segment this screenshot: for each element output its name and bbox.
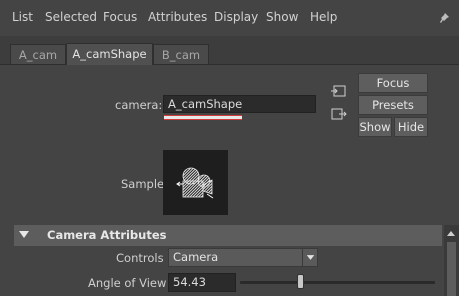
tab-b-cam[interactable]: B_cam: [153, 44, 209, 64]
tab-bar: A_cam A_camShape B_cam: [0, 36, 459, 65]
section-title: Camera Attributes: [47, 228, 167, 242]
camera-name-field[interactable]: A_camShape: [163, 95, 316, 113]
tab-a-camshape[interactable]: A_camShape: [66, 43, 153, 65]
menu-help[interactable]: Help: [310, 10, 337, 24]
camera-field-highlight-underline: [164, 115, 242, 120]
expand-caret-icon[interactable]: [19, 231, 29, 239]
camera-swatch: [163, 150, 228, 215]
chevron-down-icon[interactable]: [302, 248, 318, 267]
menu-list[interactable]: List: [12, 10, 33, 24]
scroll-up-icon[interactable]: [446, 229, 456, 237]
controls-dropdown[interactable]: Camera: [168, 248, 318, 267]
menu-attributes[interactable]: Attributes: [148, 10, 207, 24]
hide-button[interactable]: Hide: [394, 117, 428, 137]
tab-label: A_cam: [18, 48, 58, 62]
menu-display[interactable]: Display: [214, 10, 258, 24]
sample-label: Sample: [121, 177, 165, 191]
menu-selected[interactable]: Selected: [45, 10, 97, 24]
input-connection-icon[interactable]: [331, 84, 347, 98]
pin-icon[interactable]: [437, 9, 453, 25]
angle-of-view-label: Angle of View: [88, 276, 167, 290]
tab-label: B_cam: [161, 48, 201, 62]
camera-label: camera:: [115, 98, 163, 112]
slider-handle[interactable]: [297, 274, 304, 289]
camera-swatch-icon: [176, 167, 214, 199]
angle-of-view-field[interactable]: 54.43: [168, 273, 236, 292]
focus-button[interactable]: Focus: [358, 73, 428, 93]
tab-a-cam[interactable]: A_cam: [10, 44, 66, 64]
output-connection-icon[interactable]: [331, 107, 347, 121]
tab-label: A_camShape: [72, 47, 147, 61]
angle-of-view-slider[interactable]: [240, 281, 435, 284]
presets-button[interactable]: Presets: [358, 95, 428, 115]
menu-focus[interactable]: Focus: [103, 10, 137, 24]
menu-bar: List Selected Focus Attributes Display S…: [0, 0, 459, 37]
scrollbar-thumb[interactable]: [447, 242, 456, 296]
menu-show[interactable]: Show: [266, 10, 298, 24]
show-button[interactable]: Show: [358, 117, 392, 137]
controls-label: Controls: [116, 251, 164, 265]
